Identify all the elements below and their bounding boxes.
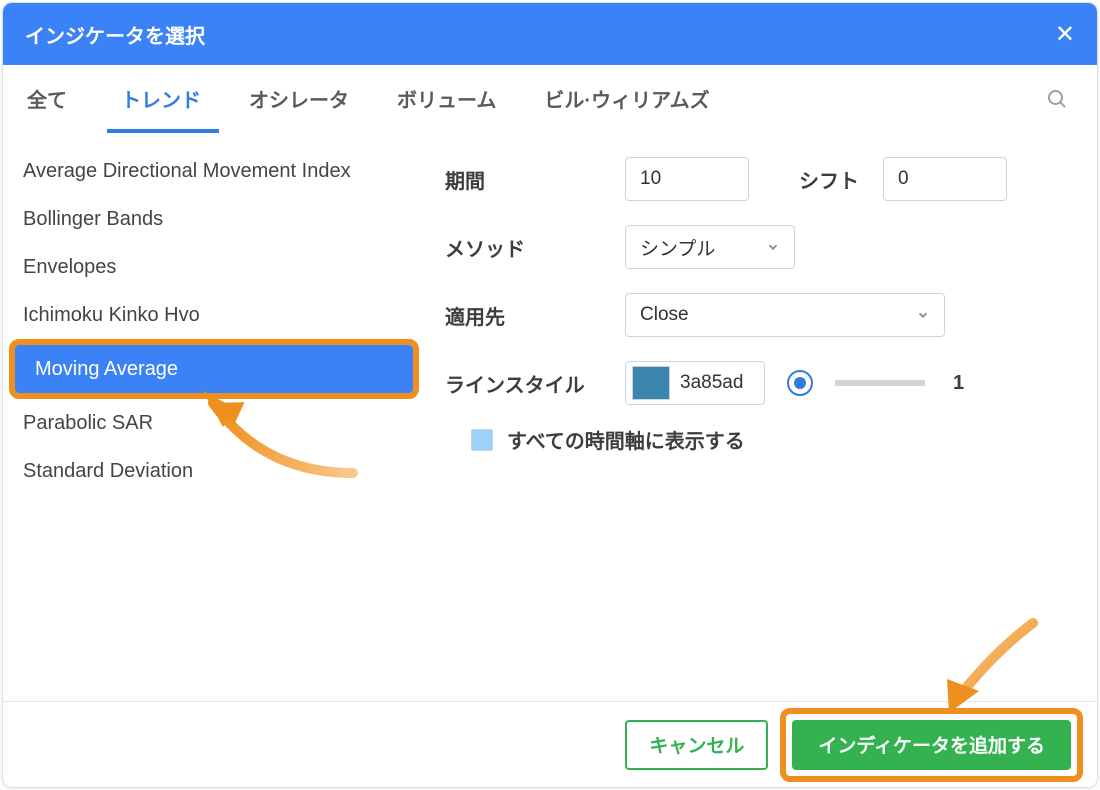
add-indicator-button[interactable]: インディケータを追加する [792,720,1071,770]
tab-bar: 全て トレンド オシレータ ボリューム ビル·ウィリアムズ [3,65,1097,133]
color-swatch [632,366,670,400]
tab-label: ボリューム [397,84,496,113]
highlight-annotation: Moving Average [9,339,419,399]
cancel-button[interactable]: キャンセル [625,720,768,770]
apply-label: 適用先 [445,301,625,330]
dialog-title: インジケータを選択 [25,20,205,49]
period-input[interactable] [625,157,749,201]
shift-input[interactable] [883,157,1007,201]
list-item-label: Bollinger Bands [23,208,163,231]
list-item-label: Standard Deviation [23,460,193,483]
line-style-label: ラインスタイル [445,369,625,398]
show-all-timeframes-checkbox[interactable] [471,429,493,451]
select-value: シンプル [640,234,715,261]
row-line-style: ラインスタイル 3a85ad 1 [445,361,1067,405]
shift-label: シフト [799,165,859,194]
tab-volume[interactable]: ボリューム [373,65,520,133]
list-item[interactable]: Standard Deviation [13,447,415,495]
list-item[interactable]: Ichimoku Kinko Hvo [13,291,415,339]
tab-bill-williams[interactable]: ビル·ウィリアムズ [520,65,733,133]
list-item[interactable]: Average Directional Movement Index [13,147,415,195]
line-width-value: 1 [953,372,964,395]
select-value: Close [640,304,689,326]
dialog-footer: キャンセル インディケータを追加する [3,701,1097,787]
line-style-radio[interactable] [787,370,813,396]
row-method: メソッド シンプル [445,225,1067,269]
method-select[interactable]: シンプル [625,225,795,269]
list-item-moving-average[interactable]: Moving Average [15,345,413,393]
indicator-select-dialog: インジケータを選択 ✕ 全て トレンド オシレータ ボリューム ビル·ウィリアム… [2,2,1098,788]
chevron-down-icon [766,240,780,254]
button-label: インディケータを追加する [818,731,1045,758]
tab-label: オシレータ [249,84,349,113]
button-label: キャンセル [649,731,744,758]
row-apply: 適用先 Close [445,293,1067,337]
line-width-track[interactable] [835,380,925,386]
apply-select[interactable]: Close [625,293,945,337]
row-period: 期間 シフト [445,157,1067,201]
list-item-label: Moving Average [35,358,178,381]
show-all-timeframes-label: すべての時間軸に表示する [507,425,745,454]
list-item-label: Parabolic SAR [23,412,153,435]
tab-oscillator[interactable]: オシレータ [225,65,373,133]
settings-panel: 期間 シフト メソッド シンプル 適用先 C [425,133,1097,701]
method-label: メソッド [445,233,625,262]
chevron-down-icon [916,308,930,322]
search-icon[interactable] [1045,87,1077,111]
list-item[interactable]: Envelopes [13,243,415,291]
dialog-header: インジケータを選択 ✕ [3,3,1097,65]
row-show-all-timeframes: すべての時間軸に表示する [445,425,1067,454]
indicator-list: Average Directional Movement Index Bolli… [3,133,425,701]
dialog-content: Average Directional Movement Index Bolli… [3,133,1097,701]
list-item-label: Ichimoku Kinko Hvo [23,304,200,327]
color-hex-text: 3a85ad [680,372,743,394]
tab-label: トレンド [121,84,201,113]
tab-label: ビル·ウィリアムズ [544,84,709,113]
list-item[interactable]: Bollinger Bands [13,195,415,243]
list-item-label: Envelopes [23,256,116,279]
highlight-annotation: インディケータを追加する [780,708,1083,782]
tab-all[interactable]: 全て [23,65,97,133]
tab-trend[interactable]: トレンド [97,65,225,133]
list-item-label: Average Directional Movement Index [23,160,351,183]
tab-label: 全て [27,84,67,113]
line-color-picker[interactable]: 3a85ad [625,361,765,405]
list-item[interactable]: Parabolic SAR [13,399,415,447]
close-icon[interactable]: ✕ [1055,20,1075,49]
period-label: 期間 [445,165,625,194]
